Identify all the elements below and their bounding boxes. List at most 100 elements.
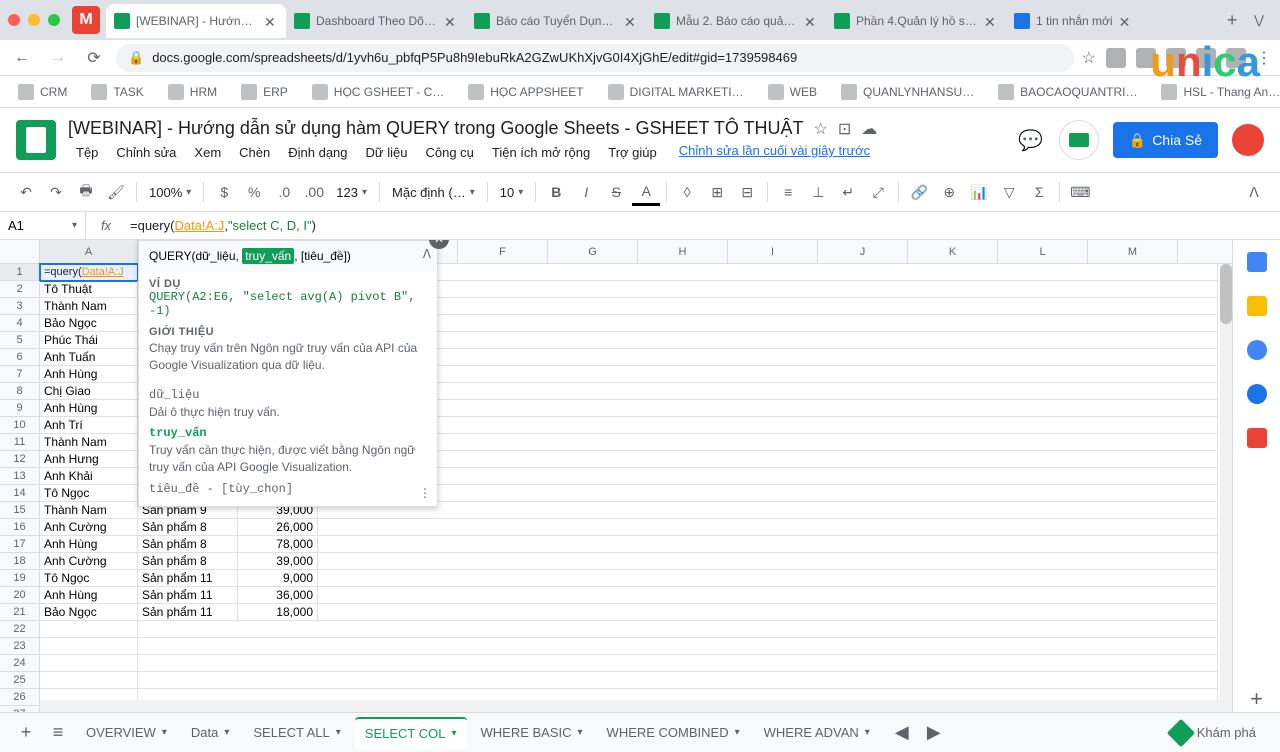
cell[interactable] bbox=[318, 298, 1218, 315]
row-header[interactable]: 9 bbox=[0, 400, 40, 417]
cell[interactable] bbox=[318, 417, 1218, 434]
row-header[interactable]: 8 bbox=[0, 383, 40, 400]
cell[interactable]: 9,000 bbox=[238, 570, 318, 587]
cell[interactable]: Thành Nam bbox=[40, 298, 138, 315]
row-header[interactable]: 20 bbox=[0, 587, 40, 604]
cell[interactable]: Anh Hùng bbox=[40, 536, 138, 553]
row-header[interactable]: 2 bbox=[0, 281, 40, 298]
maps-icon[interactable] bbox=[1247, 428, 1267, 448]
cell[interactable]: Anh Hùng bbox=[40, 400, 138, 417]
cell[interactable] bbox=[40, 638, 138, 655]
cloud-icon[interactable]: ☁ bbox=[861, 119, 877, 139]
cell[interactable] bbox=[318, 434, 1218, 451]
formula-input[interactable]: =query(Data!A:J,"select C, D, I") bbox=[126, 218, 1280, 234]
ext-icon-2[interactable] bbox=[1136, 48, 1156, 68]
select-all-corner[interactable] bbox=[0, 240, 40, 263]
rotate-button[interactable]: ⤢ bbox=[864, 178, 892, 206]
cell-a1[interactable]: =query(Data!A:J bbox=[40, 264, 138, 281]
undo-button[interactable]: ↶ bbox=[12, 178, 40, 206]
row-header[interactable]: 10 bbox=[0, 417, 40, 434]
cell[interactable]: Sản phẩm 11 bbox=[138, 587, 238, 604]
browser-tab[interactable]: Báo cáo Tuyển Dụng bả✕ bbox=[466, 4, 646, 38]
cell[interactable]: Anh Hùng bbox=[40, 587, 138, 604]
cell[interactable] bbox=[138, 672, 1218, 689]
cell[interactable]: Anh Hùng bbox=[40, 366, 138, 383]
browser-tab[interactable]: [WEBINAR] - Hướng d…✕ bbox=[106, 4, 286, 38]
contacts-icon[interactable] bbox=[1247, 384, 1267, 404]
calendar-icon[interactable] bbox=[1247, 252, 1267, 272]
explore-button[interactable]: Khám phá bbox=[1159, 719, 1268, 747]
cell[interactable]: Sản phẩm 8 bbox=[138, 553, 238, 570]
h-align-button[interactable]: ≡ bbox=[774, 178, 802, 206]
cell[interactable] bbox=[318, 485, 1218, 502]
row-header[interactable]: 1 bbox=[0, 264, 40, 281]
col-header-g[interactable]: G bbox=[548, 240, 638, 263]
cell[interactable]: Phúc Thái bbox=[40, 332, 138, 349]
bookmark-item[interactable]: DIGITAL MARKETI… bbox=[598, 80, 754, 104]
text-color-button[interactable]: A bbox=[632, 178, 660, 206]
row-header[interactable]: 5 bbox=[0, 332, 40, 349]
tasks-icon[interactable] bbox=[1247, 340, 1267, 360]
cell[interactable]: Anh Cường bbox=[40, 519, 138, 536]
cell[interactable]: Sản phẩm 11 bbox=[138, 604, 238, 621]
cell[interactable]: Sản phẩm 8 bbox=[138, 519, 238, 536]
tooltip-collapse-icon[interactable]: ᐱ bbox=[423, 247, 431, 261]
bookmark-item[interactable]: HSL - Thang An… bbox=[1151, 80, 1280, 104]
collapse-toolbar-button[interactable]: ᐱ bbox=[1240, 178, 1268, 206]
browser-tab[interactable]: Dashboard Theo Dõi, Đ✕ bbox=[286, 4, 466, 38]
add-sheet-button[interactable]: + bbox=[12, 719, 40, 747]
comment-button[interactable]: ⊕ bbox=[935, 178, 963, 206]
share-button[interactable]: 🔒 Chia Sẻ bbox=[1113, 122, 1218, 158]
bookmark-item[interactable]: HỌC APPSHEET bbox=[458, 80, 593, 104]
menu-item[interactable]: Chỉnh sửa bbox=[108, 143, 184, 162]
col-header-f[interactable]: F bbox=[458, 240, 548, 263]
zoom-select[interactable]: 100% bbox=[143, 185, 197, 200]
col-header-m[interactable]: M bbox=[1088, 240, 1178, 263]
cell[interactable]: Chị Giao bbox=[40, 383, 138, 400]
ext-icon-4[interactable] bbox=[1196, 48, 1216, 68]
cell[interactable] bbox=[318, 332, 1218, 349]
col-header-l[interactable]: L bbox=[998, 240, 1088, 263]
tab-close-icon[interactable]: ✕ bbox=[444, 14, 458, 28]
row-header[interactable]: 17 bbox=[0, 536, 40, 553]
chart-button[interactable]: 📊 bbox=[965, 178, 993, 206]
row-header[interactable]: 27 bbox=[0, 706, 40, 712]
row-header[interactable]: 7 bbox=[0, 366, 40, 383]
menu-item[interactable]: Định dạng bbox=[280, 143, 355, 162]
cell[interactable] bbox=[138, 638, 1218, 655]
row-header[interactable]: 14 bbox=[0, 485, 40, 502]
paint-format-button[interactable]: 🖌 bbox=[102, 178, 130, 206]
cell[interactable]: Anh Khải bbox=[40, 468, 138, 485]
cell[interactable]: Tô Ngọc bbox=[40, 570, 138, 587]
cell[interactable]: Anh Hưng bbox=[40, 451, 138, 468]
reload-button[interactable]: ⟳ bbox=[80, 44, 108, 72]
italic-button[interactable]: I bbox=[572, 178, 600, 206]
tab-close-icon[interactable]: ✕ bbox=[1119, 14, 1133, 28]
redo-button[interactable]: ↷ bbox=[42, 178, 70, 206]
sheets-logo-icon[interactable] bbox=[16, 120, 56, 160]
cell[interactable]: Tô Ngọc bbox=[40, 485, 138, 502]
sheet-tab[interactable]: Data bbox=[181, 717, 240, 749]
row-header[interactable]: 21 bbox=[0, 604, 40, 621]
row-header[interactable]: 15 bbox=[0, 502, 40, 519]
cell[interactable]: Anh Trí bbox=[40, 417, 138, 434]
sheet-next-button[interactable]: ▶ bbox=[920, 719, 948, 747]
tab-close-icon[interactable]: ✕ bbox=[624, 14, 638, 28]
cell[interactable] bbox=[138, 655, 1218, 672]
cell[interactable] bbox=[318, 570, 1218, 587]
cell[interactable]: Anh Tuấn bbox=[40, 349, 138, 366]
v-align-button[interactable]: ⊥ bbox=[804, 178, 832, 206]
cell[interactable] bbox=[318, 502, 1218, 519]
back-button[interactable]: ← bbox=[8, 44, 36, 72]
spreadsheet-grid[interactable]: A E F G H I J K L M 1 =query(Data!A:J 2 … bbox=[0, 240, 1232, 712]
sheet-tab[interactable]: SELECT COL bbox=[355, 717, 467, 749]
cell[interactable] bbox=[318, 349, 1218, 366]
menu-item[interactable]: Tiện ích mở rộng bbox=[484, 143, 598, 162]
browser-tab[interactable]: 1 tin nhắn mới✕ bbox=[1006, 4, 1141, 38]
chrome-overflow-icon[interactable]: ⋮ bbox=[1256, 48, 1272, 68]
cell[interactable]: 39,000 bbox=[238, 553, 318, 570]
row-header[interactable]: 24 bbox=[0, 655, 40, 672]
cell[interactable]: Sản phẩm 11 bbox=[138, 570, 238, 587]
ext-icon-5[interactable] bbox=[1226, 48, 1246, 68]
last-edit-link[interactable]: Chỉnh sửa lần cuối vài giây trước bbox=[679, 143, 870, 162]
